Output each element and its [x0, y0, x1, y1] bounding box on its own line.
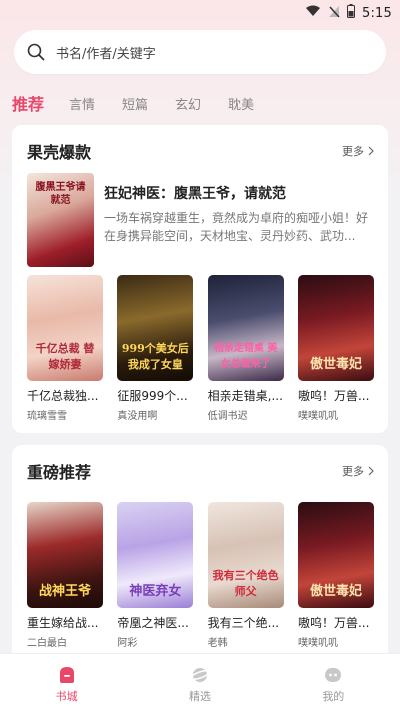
book-cover: 相亲走错桌 美女总裁来了: [207, 275, 284, 381]
book-title: 重生嫁给战...: [27, 616, 99, 630]
nav-bookstore[interactable]: 书城: [0, 654, 133, 712]
tab-danmei[interactable]: 耽美: [228, 96, 254, 116]
planet-icon: [189, 664, 211, 686]
book-author: 二白最白: [27, 638, 67, 649]
book-cover: 腹黑王爷请就范: [27, 173, 94, 267]
book-title: 征服999个...: [117, 389, 188, 403]
book-item[interactable]: 傲世毒妃 嗷呜！万兽... 噗噗叽叽: [297, 275, 374, 422]
book-item[interactable]: 千亿总裁 替嫁娇妻 千亿总裁独... 琉璃雪雪: [27, 275, 103, 422]
book-grid: 战神王爷 重生嫁给战... 二白最白 神医弃女 帝凰之神医... 阿彩 我有三个…: [27, 502, 374, 649]
nav-label: 精选: [188, 690, 211, 703]
book-description: 一场车祸穿越重生，竟然成为卓府的痴哑小姐！好在身携异能空间，天材地宝、灵丹妙药、…: [104, 211, 369, 243]
bookstore-icon: [56, 664, 78, 686]
bottom-nav: 书城 精选 我的: [0, 653, 400, 712]
book-title: 相亲走错桌,...: [207, 389, 283, 403]
book-cover: 傲世毒妃: [297, 275, 374, 381]
nav-label: 书城: [55, 690, 78, 703]
book-cover: 神医弃女: [117, 502, 194, 608]
section-hot: 果壳爆款 更多 腹黑王爷请就范 狂妃神医：腹黑王爷，请就范 一场车祸穿越重生，竟…: [12, 125, 388, 433]
book-author: 低调书迟: [207, 411, 248, 422]
book-grid: 千亿总裁 替嫁娇妻 千亿总裁独... 琉璃雪雪 999个美女后 我成了女皇 征服…: [27, 275, 374, 422]
book-item[interactable]: 傲世毒妃 嗷呜！万兽... 噗噗叽叽: [297, 502, 374, 649]
tab-recommend[interactable]: 推荐: [12, 94, 44, 116]
section-featured: 重磅推荐 更多 战神王爷 重生嫁给战... 二白最白 神医弃女 帝凰之神医...…: [12, 445, 388, 660]
book-author: 真没用啊: [117, 411, 158, 422]
book-cover: 战神王爷: [27, 502, 103, 608]
book-title: 狂妃神医：腹黑王爷，请就范: [104, 186, 286, 202]
section-title: 果壳爆款: [27, 143, 92, 162]
book-title: 帝凰之神医...: [117, 616, 189, 630]
chevron-right-icon: [368, 466, 374, 476]
book-item[interactable]: 神医弃女 帝凰之神医... 阿彩: [117, 502, 194, 649]
book-item[interactable]: 战神王爷 重生嫁给战... 二白最白: [27, 502, 103, 649]
book-title: 嗷呜！万兽...: [297, 616, 370, 630]
more-link[interactable]: 更多: [342, 463, 374, 479]
no-signal-icon: [328, 5, 340, 22]
search-icon: [26, 42, 46, 62]
clock: 5:15: [362, 5, 392, 21]
book-cover: 千亿总裁 替嫁娇妻: [27, 275, 103, 381]
book-title: 千亿总裁独...: [27, 389, 99, 403]
profile-icon: [322, 664, 344, 686]
book-author: 噗噗叽叽: [297, 638, 338, 649]
search-placeholder: 书名/作者/关键字: [56, 46, 156, 62]
wifi-icon: [305, 5, 321, 21]
section-title: 重磅推荐: [27, 463, 92, 482]
book-item[interactable]: 我有三个绝色师父 我有三个绝... 老韩: [207, 502, 284, 649]
featured-book[interactable]: 腹黑王爷请就范 狂妃神医：腹黑王爷，请就范 一场车祸穿越重生，竟然成为卓府的痴哑…: [27, 173, 374, 271]
book-author: 老韩: [207, 638, 228, 649]
book-author: 噗噗叽叽: [297, 411, 338, 422]
more-link[interactable]: 更多: [342, 143, 374, 159]
book-cover: 999个美女后 我成了女皇: [117, 275, 194, 381]
book-cover: 我有三个绝色师父: [207, 502, 284, 608]
tab-short[interactable]: 短篇: [122, 96, 148, 116]
book-title: 嗷呜！万兽...: [297, 389, 370, 403]
book-author: 阿彩: [117, 638, 138, 649]
book-item[interactable]: 相亲走错桌 美女总裁来了 相亲走错桌,... 低调书迟: [207, 275, 284, 422]
nav-label: 我的: [322, 690, 345, 703]
battery-icon: [347, 4, 355, 22]
book-author: 琉璃雪雪: [27, 411, 67, 422]
category-tabs: 推荐 言情 短篇 玄幻 耽美: [12, 92, 388, 116]
book-title: 我有三个绝...: [207, 616, 280, 630]
tab-fantasy[interactable]: 玄幻: [175, 96, 201, 116]
nav-featured[interactable]: 精选: [133, 654, 266, 712]
nav-profile[interactable]: 我的: [267, 654, 400, 712]
book-item[interactable]: 999个美女后 我成了女皇 征服999个... 真没用啊: [117, 275, 194, 422]
book-cover: 傲世毒妃: [297, 502, 374, 608]
search-bar[interactable]: 书名/作者/关键字: [14, 30, 386, 74]
tab-romance[interactable]: 言情: [69, 96, 95, 116]
status-bar: 5:15: [0, 0, 400, 24]
chevron-right-icon: [368, 146, 374, 156]
